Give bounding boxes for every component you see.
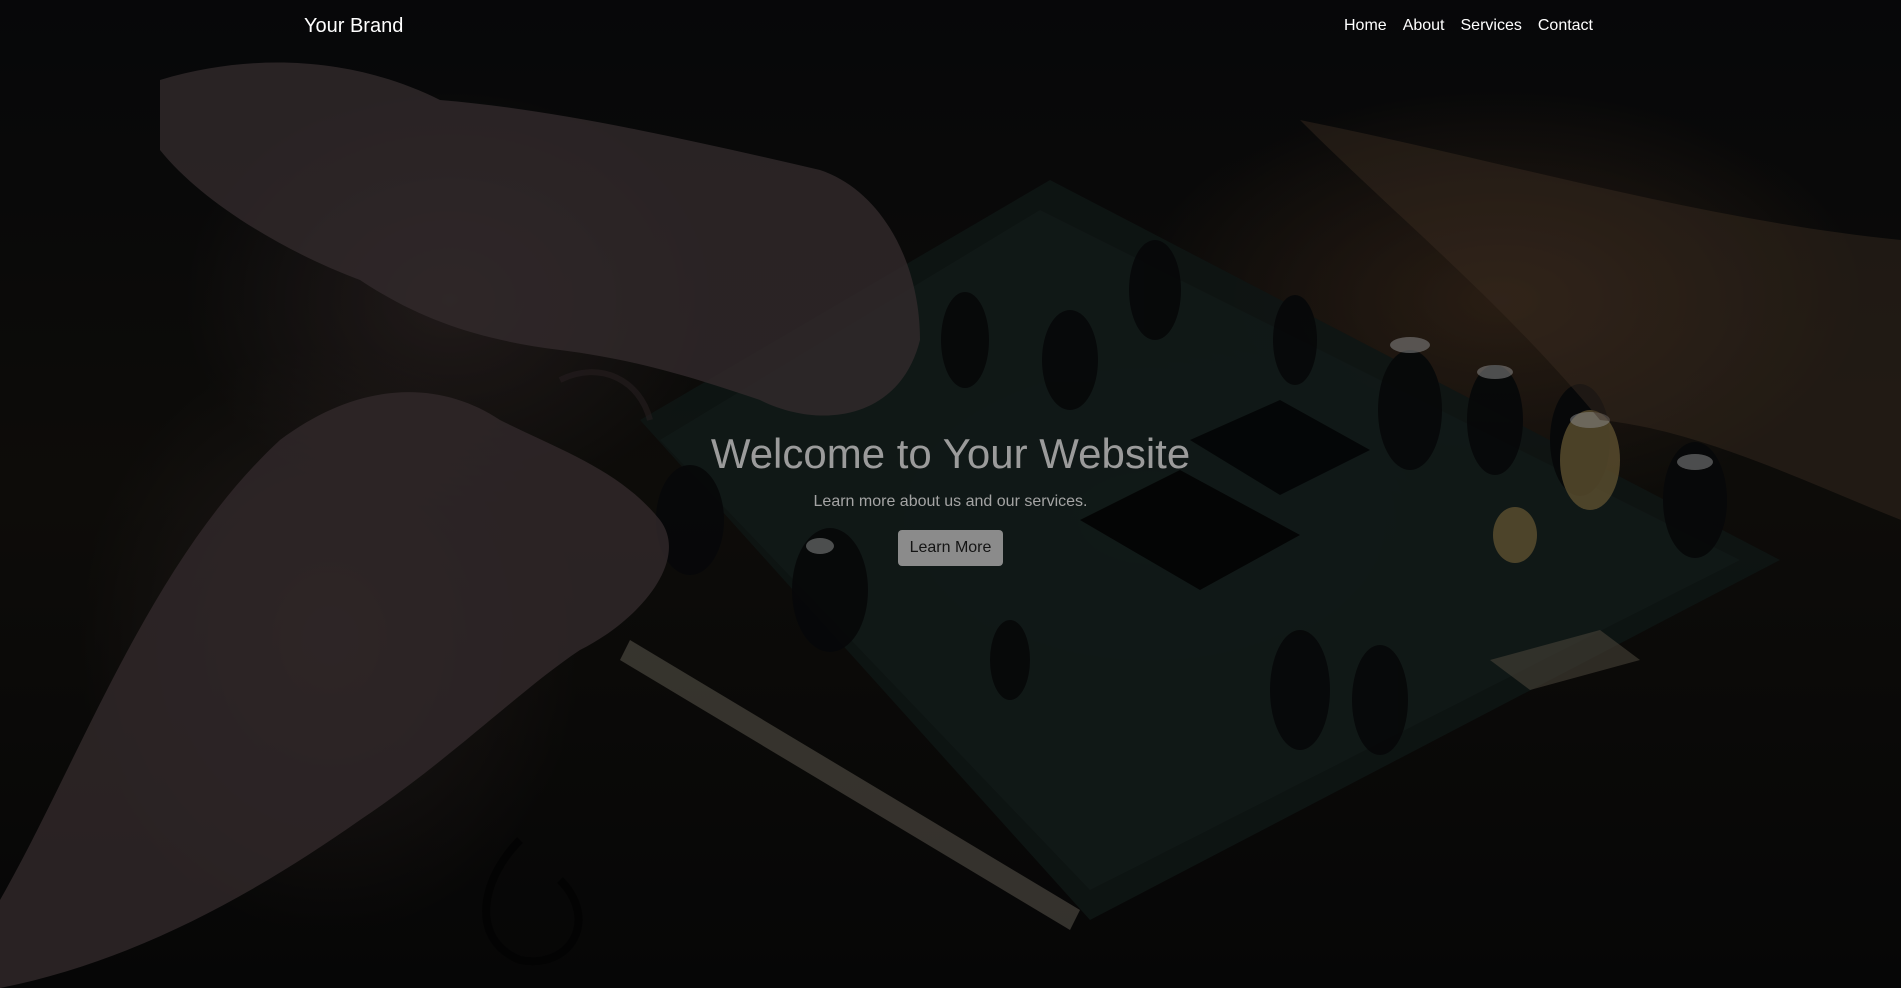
nav-link-home[interactable]: Home bbox=[1344, 17, 1387, 35]
hero-title: Welcome to Your Website bbox=[710, 430, 1191, 477]
hero-subtitle: Learn more about us and our services. bbox=[813, 493, 1088, 510]
navbar: Your Brand Home About Services Contact bbox=[0, 0, 1901, 54]
nav-links: Home About Services Contact bbox=[1344, 17, 1593, 35]
learn-more-button[interactable]: Learn More bbox=[897, 530, 1004, 566]
hero-content: Welcome to Your Website Learn more about… bbox=[0, 428, 1901, 566]
brand-logo-link[interactable]: Your Brand bbox=[304, 15, 403, 38]
nav-link-about[interactable]: About bbox=[1403, 17, 1445, 35]
nav-link-services[interactable]: Services bbox=[1461, 17, 1522, 35]
hero-section: Your Brand Home About Services Contact W… bbox=[0, 0, 1901, 988]
nav-link-contact[interactable]: Contact bbox=[1538, 17, 1593, 35]
